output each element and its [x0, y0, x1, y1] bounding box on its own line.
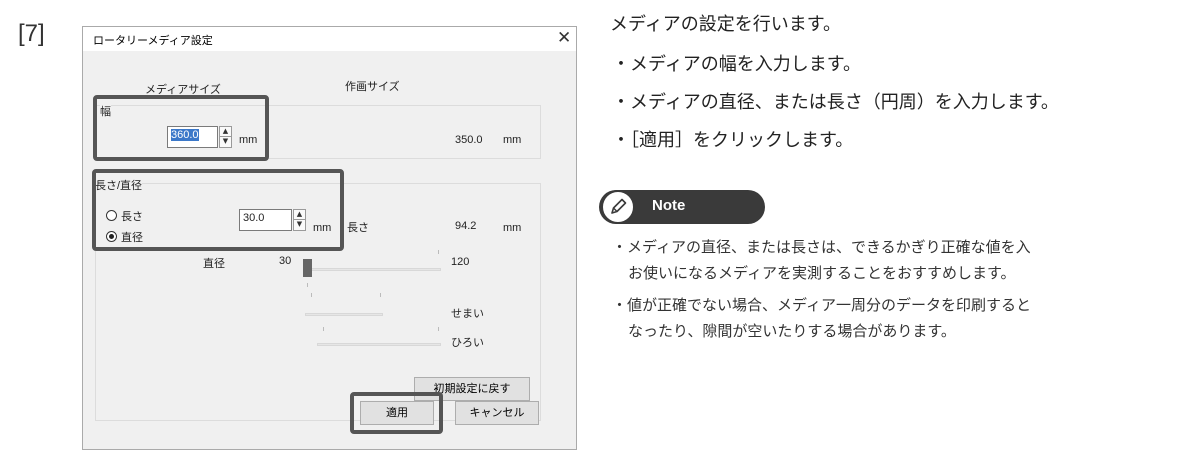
length-diameter-highlight: [92, 169, 344, 251]
diameter-slider-track[interactable]: [305, 268, 441, 271]
apply-highlight: [350, 392, 443, 434]
note-line: お使いになるメディアを実測することをおすすめします。: [628, 264, 1016, 282]
narrow-slider-track[interactable]: [305, 313, 383, 316]
slider-min-label: 30: [279, 255, 292, 267]
length-print-value: 94.2: [455, 220, 477, 232]
rotary-media-settings-dialog: ロータリーメディア設定 ✕ メディアサイズ 作画サイズ 幅 360.0 ▲ ▼ …: [82, 26, 577, 450]
slider-tick: [307, 283, 308, 287]
instruction-bullet: ・［適用］をクリックします。: [612, 130, 854, 151]
instruction-bullet: ・メディアの直径、または長さ（円周）を入力します。: [612, 92, 1059, 113]
slider-max-label: 120: [451, 256, 470, 268]
tight-slider-tick: [311, 293, 312, 297]
width-highlight: [93, 95, 269, 161]
title-bar: ロータリーメディア設定 ✕: [83, 27, 576, 51]
note-line: ・値が正確でない場合、メディア一周分のデータを印刷すると: [612, 296, 1031, 314]
print-size-header: 作画サイズ: [345, 81, 400, 93]
wide-slider-track[interactable]: [317, 343, 441, 346]
width-print-unit: mm: [503, 134, 522, 146]
length-print-unit: mm: [503, 222, 522, 234]
narrow-label: せまい: [451, 308, 484, 320]
step-number: [7]: [18, 20, 45, 47]
note-line: なったり、隙間が空いたりする場合があります。: [628, 322, 956, 340]
length-print-label: 長さ: [347, 222, 369, 234]
wide-slider-tick: [438, 327, 439, 331]
note-label: Note: [652, 197, 686, 214]
slider-tick: [438, 250, 439, 254]
pencil-icon: [601, 190, 635, 224]
note-line: ・メディアの直径、または長さは、できるかぎり正確な値を入: [612, 238, 1031, 256]
instruction-bullet: ・メディアの幅を入力します。: [612, 54, 861, 75]
close-icon[interactable]: ✕: [557, 28, 571, 48]
instruction-heading: メディアの設定を行います。: [610, 14, 841, 35]
wide-label: ひろい: [451, 337, 484, 349]
diameter-slider-thumb[interactable]: [303, 259, 312, 277]
tight-slider-tick: [380, 293, 381, 297]
width-print-value: 350.0: [455, 134, 483, 146]
cancel-button[interactable]: キャンセル: [455, 401, 539, 425]
wide-slider-tick: [323, 327, 324, 331]
slider-label: 直径: [203, 258, 225, 270]
dialog-title: ロータリーメディア設定: [93, 35, 213, 47]
